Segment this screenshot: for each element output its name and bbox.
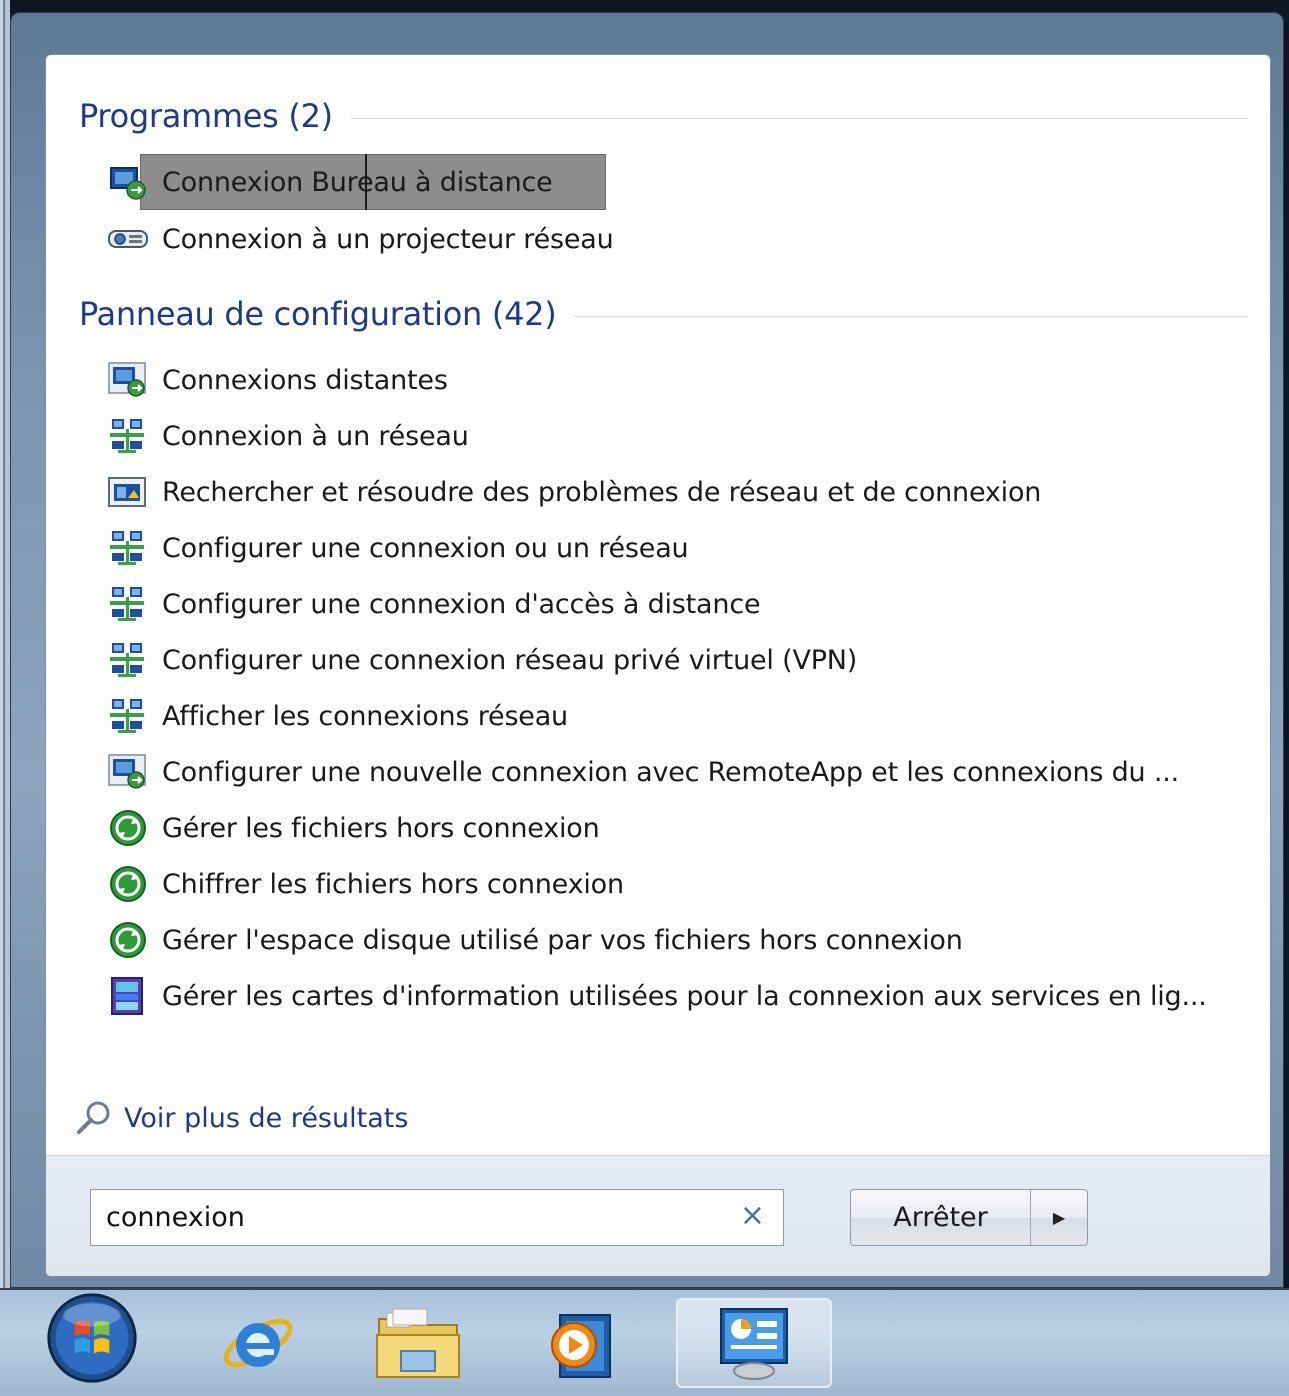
- control-panel-section-title[interactable]: Panneau de configuration (42): [79, 295, 557, 333]
- explorer-icon[interactable]: [370, 1298, 466, 1388]
- result-item-label: Connexion à un projecteur réseau: [162, 223, 614, 255]
- search-icon: [72, 1098, 116, 1138]
- result-item-label: Connexion Bureau à distance: [162, 166, 553, 198]
- projector-icon: [106, 219, 150, 259]
- result-item-troubleshoot[interactable]: Rechercher et résoudre des problèmes de …: [106, 469, 1250, 515]
- result-item-connect-network[interactable]: Connexion à un réseau: [106, 413, 1250, 459]
- start-search-box[interactable]: ×: [90, 1189, 784, 1246]
- shutdown-button[interactable]: Arrêter: [851, 1190, 1031, 1245]
- result-item-label: Gérer les cartes d'information utilisées…: [162, 980, 1207, 1012]
- result-item-label: Chiffrer les fichiers hors connexion: [162, 868, 624, 900]
- control-panel-section-header[interactable]: Panneau de configuration (42): [79, 291, 1248, 337]
- result-item-label: Configurer une connexion ou un réseau: [162, 532, 689, 564]
- result-item-setup-connection[interactable]: Configurer une connexion ou un réseau: [106, 525, 1250, 571]
- taskbar: [0, 1288, 1289, 1396]
- network-icon: [106, 640, 150, 680]
- see-more-results-label: Voir plus de résultats: [124, 1102, 409, 1134]
- result-item-label: Configurer une nouvelle connexion avec R…: [162, 756, 1179, 788]
- network-icon: [106, 584, 150, 624]
- network-icon: [106, 696, 150, 736]
- start-menu: Programmes (2) Connexion Bureau à distan…: [10, 12, 1284, 1288]
- result-item-dialup[interactable]: Configurer une connexion d'accès à dista…: [106, 581, 1250, 627]
- programs-section-title[interactable]: Programmes (2): [79, 97, 333, 135]
- network-icon: [106, 416, 150, 456]
- see-more-results-link[interactable]: Voir plus de résultats: [72, 1095, 408, 1141]
- result-item-remoteapp[interactable]: Configurer une nouvelle connexion avec R…: [106, 749, 1250, 795]
- cardspace-icon: [106, 976, 150, 1016]
- remote-desktop-icon: [106, 752, 150, 792]
- result-item-label: Gérer les fichiers hors connexion: [162, 812, 600, 844]
- result-item-label: Afficher les connexions réseau: [162, 700, 568, 732]
- result-item-remote-desktop[interactable]: Connexion Bureau à distance: [106, 159, 1250, 205]
- shutdown-button-group: Arrêter ▶: [850, 1189, 1088, 1246]
- search-results-panel: Programmes (2) Connexion Bureau à distan…: [45, 54, 1271, 1277]
- result-item-cardspace[interactable]: Gérer les cartes d'information utilisées…: [106, 973, 1250, 1019]
- result-item-vpn[interactable]: Configurer une connexion réseau privé vi…: [106, 637, 1250, 683]
- remote-desktop-icon: [106, 360, 150, 400]
- result-item-label: Connexion à un réseau: [162, 420, 469, 452]
- sync-icon: [106, 920, 150, 960]
- clear-search-icon[interactable]: ×: [740, 1198, 765, 1233]
- result-item-label: Connexions distantes: [162, 364, 448, 396]
- troubleshoot-icon: [106, 472, 150, 512]
- result-item-label: Configurer une connexion d'accès à dista…: [162, 588, 761, 620]
- result-item-offline-disk-space[interactable]: Gérer l'espace disque utilisé par vos fi…: [106, 917, 1250, 963]
- shutdown-options-arrow-icon[interactable]: ▶: [1031, 1190, 1087, 1245]
- start-orb-icon[interactable]: [44, 1293, 140, 1383]
- result-item-encrypt-offline[interactable]: Chiffrer les fichiers hors connexion: [106, 861, 1250, 907]
- section-divider: [574, 315, 1248, 317]
- result-item-view-connections[interactable]: Afficher les connexions réseau: [106, 693, 1250, 739]
- sync-icon: [106, 864, 150, 904]
- result-item-label: Configurer une connexion réseau privé vi…: [162, 644, 858, 676]
- sync-icon: [106, 808, 150, 848]
- desktop-edge: [0, 0, 10, 1394]
- remote-desktop-icon: [106, 162, 150, 202]
- result-item-network-projector[interactable]: Connexion à un projecteur réseau: [106, 216, 1250, 262]
- result-item-remote-connections[interactable]: Connexions distantes: [106, 357, 1250, 403]
- control-panel-icon[interactable]: [676, 1298, 832, 1388]
- result-item-manage-offline[interactable]: Gérer les fichiers hors connexion: [106, 805, 1250, 851]
- internet-explorer-icon[interactable]: [210, 1298, 306, 1388]
- media-player-icon[interactable]: [534, 1298, 630, 1388]
- network-icon: [106, 528, 150, 568]
- result-item-label: Rechercher et résoudre des problèmes de …: [162, 476, 1042, 508]
- section-divider: [350, 117, 1248, 119]
- programs-section-header[interactable]: Programmes (2): [79, 93, 1248, 139]
- result-item-label: Gérer l'espace disque utilisé par vos fi…: [162, 924, 963, 956]
- search-input[interactable]: [91, 1191, 708, 1244]
